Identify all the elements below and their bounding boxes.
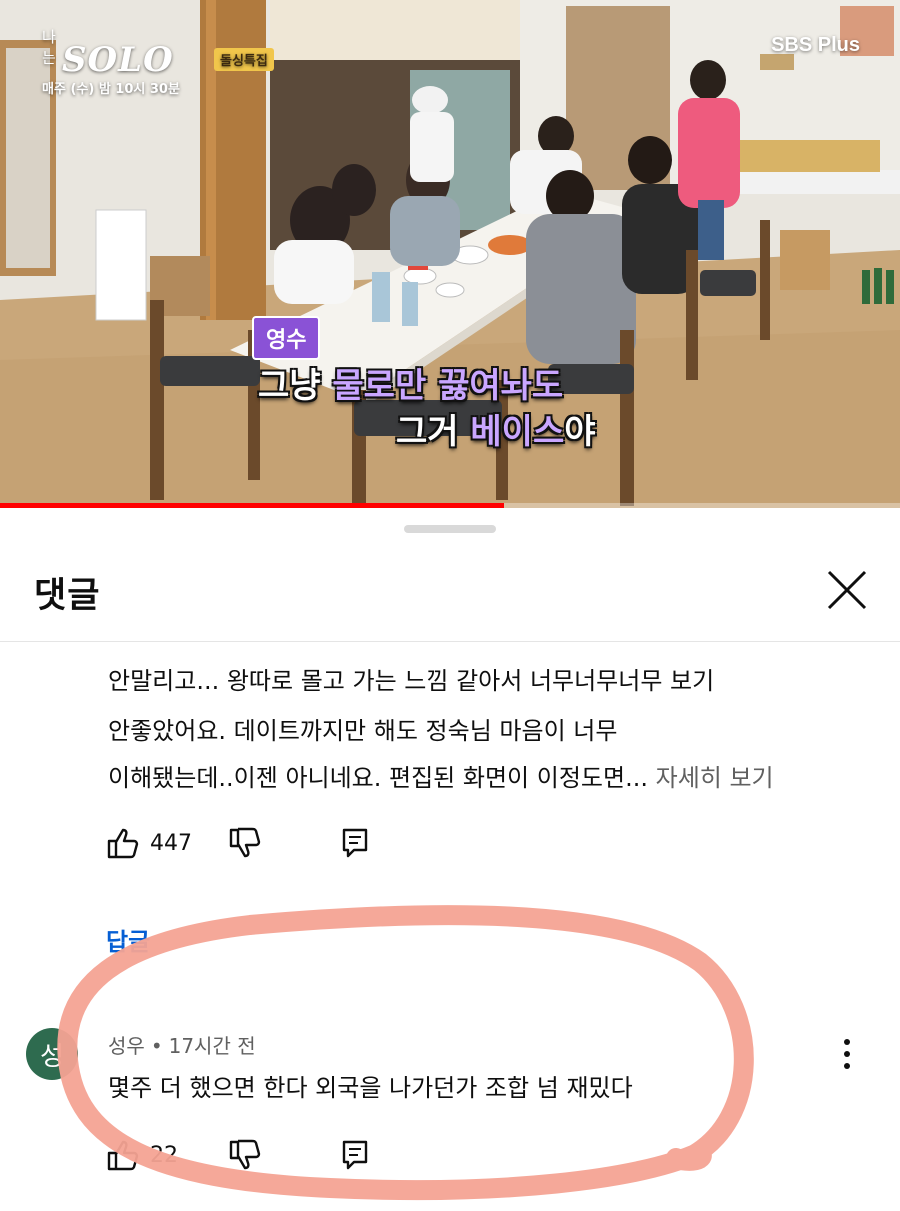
video-player[interactable]: 나는 SOLO 돌싱특집 매주 (수) 밤 10시 30분 SBS Plus 영… [0, 0, 900, 508]
more-vertical-icon [844, 1039, 850, 1069]
close-icon [827, 570, 867, 610]
like-count: 22 [150, 1142, 178, 1168]
video-progress-bar[interactable] [0, 503, 900, 508]
subtitle-speaker-tag: 영수 [252, 316, 321, 360]
comment-author[interactable]: 성우 [108, 1034, 145, 1058]
subtitle-line-1: 그냥 물로만 끓여놔도 [258, 358, 563, 407]
thumbs-up-icon [107, 828, 139, 859]
comment-time: 17시간 전 [168, 1034, 256, 1058]
comments-title: 댓글 [34, 576, 101, 616]
like-button[interactable]: 447 [106, 826, 192, 860]
comment-1-line: 이해됐는데..이젠 아니네요. 편집된 화면이 이정도면... 자세히 보기 [108, 763, 774, 793]
comment-icon [342, 1140, 368, 1170]
airtime-text: 매주 (수) 밤 10시 30분 [42, 82, 180, 97]
comments-sheet: 댓글 ᄋ ᄋ ᄋ ᄋ ᄋ ᄋ ᄋ ᄋ ᄋ ᄋ ᄋ ᄋ ᄋ ᄋ ᄋ ᄋ ᄋ 안말리… [0, 509, 900, 1211]
meta-separator: • [150, 1034, 163, 1058]
special-badge: 돌싱특집 [214, 48, 274, 71]
comment-1-line: 안말리고... 왕따로 몰고 가는 느낌 같아서 너무너무너무 보기 [108, 667, 715, 695]
thumbs-down-icon [229, 827, 261, 858]
comment-2-text: 몇주 더 했으면 한다 외국을 나가던가 조합 넘 재밌다 [108, 1074, 633, 1102]
reply-button[interactable] [340, 826, 370, 860]
subtitle-line-1-plain: 그냥 [258, 366, 333, 406]
comment-meta: 성우 • 17시간 전 [108, 1030, 256, 1059]
subtitle-line-2-plain: 그거 [396, 412, 471, 452]
dislike-button[interactable] [228, 1138, 262, 1172]
subtitle-line-2-end: 야 [564, 412, 596, 452]
close-button[interactable] [822, 565, 872, 615]
thumbs-down-icon [229, 1139, 261, 1170]
video-progress-fill [0, 503, 504, 508]
comment-1-line: 안좋았어요. 데이트까지만 해도 정숙님 마음이 너무 [108, 717, 618, 745]
like-button[interactable]: 22 [106, 1138, 178, 1172]
comment-icon [342, 828, 368, 858]
show-logo-small: 나는 [42, 28, 56, 67]
dislike-button[interactable] [228, 826, 262, 860]
reply-button[interactable] [340, 1138, 370, 1172]
comment-1-line-text: 이해됐는데..이젠 아니네요. 편집된 화면이 이정도면... [108, 764, 648, 792]
comment-1-clipped-line: ᄋ ᄋ ᄋ ᄋ ᄋ ᄋ ᄋ ᄋ ᄋ ᄋ ᄋ ᄋ ᄋ ᄋ ᄋ ᄋ ᄋ [108, 642, 606, 656]
replies-link[interactable]: 답글 [106, 922, 150, 957]
read-more-link[interactable]: 자세히 보기 [656, 764, 774, 792]
avatar[interactable]: 성 [26, 1028, 78, 1080]
broadcaster-watermark: SBS Plus [771, 34, 860, 56]
thumbs-up-icon [107, 1140, 139, 1171]
drag-handle[interactable] [404, 525, 496, 533]
show-logo-title: SOLO [62, 40, 174, 80]
more-options-button[interactable] [832, 1034, 862, 1074]
like-count: 447 [150, 830, 192, 856]
subtitle-line-1-highlight: 물로만 끓여놔도 [332, 366, 564, 406]
subtitle-line-2-highlight: 베이스 [470, 412, 565, 452]
subtitle-line-2: 그거 베이스야 [396, 404, 596, 453]
comments-list[interactable]: ᄋ ᄋ ᄋ ᄋ ᄋ ᄋ ᄋ ᄋ ᄋ ᄋ ᄋ ᄋ ᄋ ᄋ ᄋ ᄋ ᄋ 안말리고..… [0, 642, 900, 1211]
